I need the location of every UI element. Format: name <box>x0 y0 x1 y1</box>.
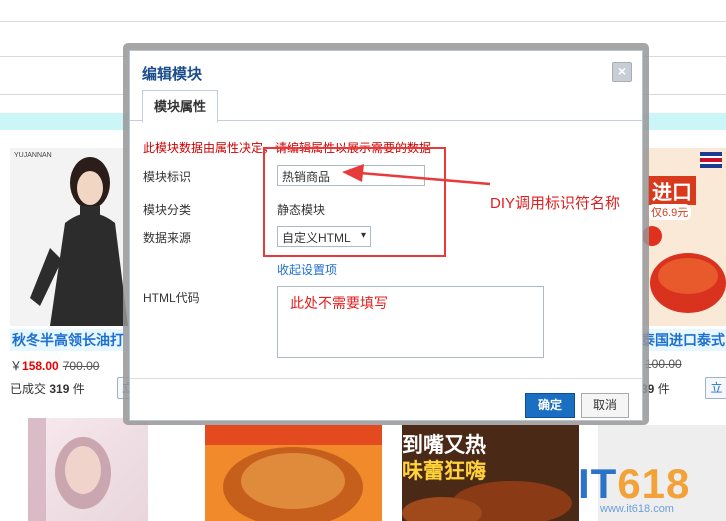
annotation-text: DIY调用标识符名称 <box>490 195 621 212</box>
annotation-arrow-icon <box>342 164 491 186</box>
watermark-sub: www.it618.com <box>600 503 674 515</box>
watermark-logo: IT618 <box>578 460 690 508</box>
watermark-part1: IT <box>578 460 618 507</box>
watermark-part2: 618 <box>617 460 691 507</box>
